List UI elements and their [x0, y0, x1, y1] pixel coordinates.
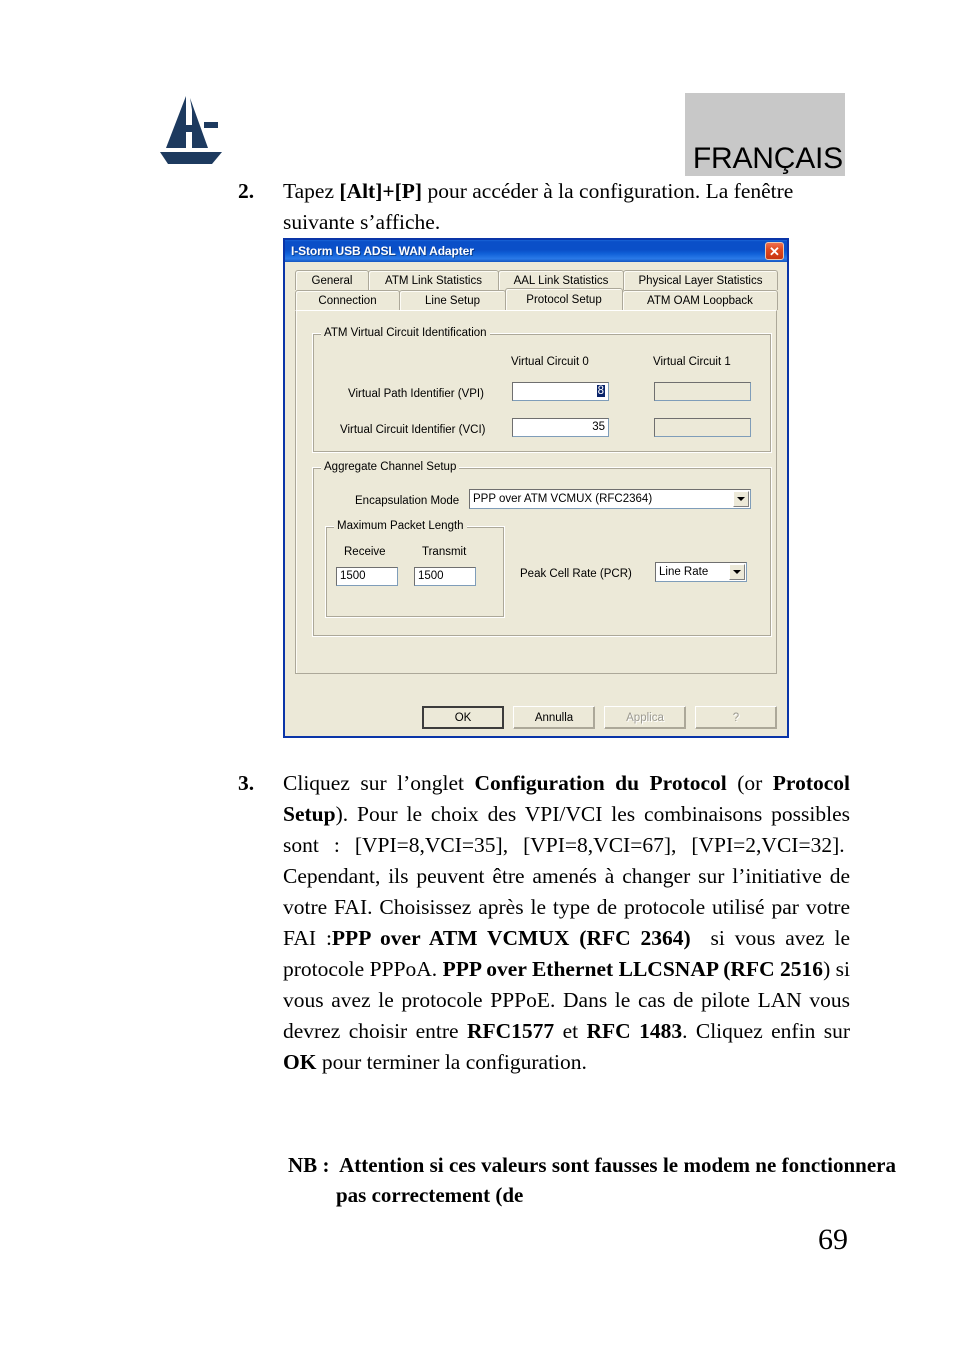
- tab-atm-link-statistics[interactable]: ATM Link Statistics: [368, 270, 499, 290]
- tab-row-2: Connection Line Setup Protocol Setup ATM…: [295, 288, 779, 310]
- vci-input-circuit-0[interactable]: 35: [512, 418, 609, 437]
- chevron-down-icon[interactable]: [729, 564, 745, 580]
- atm-virtual-circuit-group-title: ATM Virtual Circuit Identification: [321, 327, 490, 339]
- vci-label: Virtual Circuit Identifier (VCI): [340, 424, 486, 436]
- step-2: 2. Tapez [Alt]+[P] pour accéder à la con…: [238, 176, 848, 238]
- language-badge: FRANÇAIS: [685, 93, 845, 176]
- aggregate-channel-setup-group: Aggregate Channel Setup Encapsulation Mo…: [312, 461, 772, 637]
- transmit-input[interactable]: 1500: [414, 567, 476, 586]
- page-number: 69: [818, 1223, 848, 1256]
- aggregate-channel-setup-group-title: Aggregate Channel Setup: [321, 461, 460, 473]
- vpi-input-circuit-0-value: 8: [596, 385, 605, 397]
- protocol-setup-panel: ATM Virtual Circuit Identification Virtu…: [295, 310, 777, 674]
- close-icon[interactable]: ✕: [765, 242, 784, 260]
- virtual-circuit-0-header: Virtual Circuit 0: [511, 356, 589, 368]
- ok-button[interactable]: OK: [422, 706, 504, 729]
- step-3: 3. Cliquez sur l’onglet Configuration du…: [238, 768, 850, 1078]
- receive-input[interactable]: 1500: [336, 567, 398, 586]
- apply-button: Applica: [604, 706, 686, 729]
- tab-line-setup[interactable]: Line Setup: [399, 290, 506, 310]
- dialog-button-bar: OK Annulla Applica ?: [285, 706, 787, 730]
- tab-protocol-setup[interactable]: Protocol Setup: [505, 288, 623, 310]
- vpi-input-circuit-0[interactable]: 8: [512, 382, 609, 401]
- dialog-titlebar[interactable]: I-Storm USB ADSL WAN Adapter ✕: [285, 240, 787, 262]
- i-storm-configuration-dialog[interactable]: I-Storm USB ADSL WAN Adapter ✕ General A…: [283, 238, 789, 738]
- chevron-down-icon[interactable]: [733, 491, 749, 507]
- maximum-packet-length-group-title: Maximum Packet Length: [334, 520, 467, 532]
- step-3-text: Cliquez sur l’onglet Configuration du Pr…: [283, 771, 851, 1074]
- encapsulation-mode-value: PPP over ATM VCMUX (RFC2364): [473, 493, 653, 505]
- tab-row-1: General ATM Link Statistics AAL Link Sta…: [295, 270, 779, 290]
- peak-cell-rate-select[interactable]: Line Rate: [655, 562, 747, 582]
- step-3-number: 3.: [238, 771, 255, 795]
- virtual-circuit-1-header: Virtual Circuit 1: [653, 356, 731, 368]
- tab-strip: General ATM Link Statistics AAL Link Sta…: [293, 270, 779, 310]
- tab-atm-oam-loopback[interactable]: ATM OAM Loopback: [622, 290, 778, 310]
- tab-aal-link-statistics[interactable]: AAL Link Statistics: [498, 270, 624, 290]
- atlantis-land-logo: [152, 92, 228, 168]
- dialog-title: I-Storm USB ADSL WAN Adapter: [291, 244, 474, 258]
- dialog-body: General ATM Link Statistics AAL Link Sta…: [285, 262, 787, 736]
- transmit-label: Transmit: [422, 546, 467, 558]
- peak-cell-rate-value: Line Rate: [659, 566, 709, 578]
- encapsulation-mode-select[interactable]: PPP over ATM VCMUX (RFC2364): [469, 489, 751, 509]
- tab-general[interactable]: General: [295, 270, 369, 290]
- tab-physical-layer-statistics[interactable]: Physical Layer Statistics: [623, 270, 778, 290]
- encapsulation-mode-label: Encapsulation Mode: [355, 495, 460, 507]
- step-2-number: 2.: [238, 179, 255, 203]
- step-2-text: Tapez [Alt]+[P] pour accéder à la config…: [283, 179, 794, 234]
- vpi-input-circuit-1[interactable]: [654, 382, 751, 401]
- vpi-label: Virtual Path Identifier (VPI): [348, 388, 484, 400]
- receive-label: Receive: [344, 546, 386, 558]
- nb-note: NB : Attention si ces valeurs sont fauss…: [288, 1153, 896, 1207]
- vci-input-circuit-1[interactable]: [654, 418, 751, 437]
- cancel-button[interactable]: Annulla: [513, 706, 595, 729]
- maximum-packet-length-group: Maximum Packet Length Receive Transmit 1…: [325, 520, 505, 618]
- tab-connection[interactable]: Connection: [295, 290, 400, 310]
- help-button: ?: [695, 706, 777, 729]
- peak-cell-rate-label: Peak Cell Rate (PCR): [520, 568, 632, 580]
- atm-virtual-circuit-group: ATM Virtual Circuit Identification Virtu…: [312, 327, 772, 453]
- language-badge-label: FRANÇAIS: [692, 142, 843, 175]
